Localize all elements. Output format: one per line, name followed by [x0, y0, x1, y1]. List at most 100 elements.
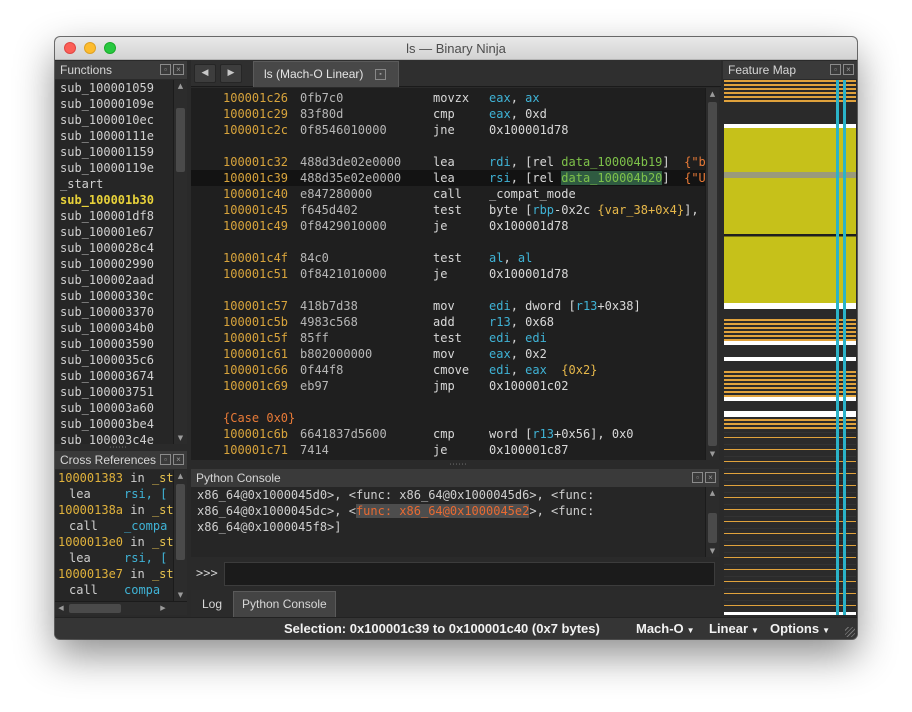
- operand-token[interactable]: eax: [489, 91, 511, 105]
- instruction-address[interactable]: 100001c26: [223, 90, 288, 106]
- function-item[interactable]: sub_100003590: [55, 336, 173, 352]
- close-panel-icon[interactable]: ×: [705, 472, 716, 483]
- instruction-address[interactable]: 100001c5f: [223, 330, 288, 346]
- instruction-address[interactable]: 100001c6b: [223, 426, 288, 442]
- function-item[interactable]: sub_100003751: [55, 384, 173, 400]
- disassembly-scrollbar[interactable]: ▲ ▼: [705, 88, 719, 460]
- instruction-address[interactable]: 100001c29: [223, 106, 288, 122]
- resize-grip-icon[interactable]: [845, 627, 855, 637]
- xrefs-vertical-scrollbar[interactable]: ▲ ▼: [173, 470, 187, 601]
- instruction-address[interactable]: 100001c61: [223, 346, 288, 362]
- scrollbar-thumb[interactable]: [176, 484, 185, 560]
- tab-log[interactable]: Log: [193, 591, 231, 617]
- function-item[interactable]: _start: [55, 176, 173, 192]
- operand-token[interactable]: edi: [489, 299, 511, 313]
- operand-token[interactable]: r13: [532, 427, 554, 441]
- function-item[interactable]: sub_1000035c6: [55, 352, 173, 368]
- operand-token[interactable]: r13: [576, 299, 598, 313]
- scroll-up-icon[interactable]: ▲: [706, 487, 719, 499]
- scrollbar-thumb[interactable]: [176, 108, 185, 172]
- operand-token[interactable]: rdi: [489, 155, 511, 169]
- operand-token[interactable]: data_100004b20: [561, 171, 663, 185]
- operand-token[interactable]: rsi: [489, 171, 511, 185]
- function-item[interactable]: sub_100001059: [55, 80, 173, 96]
- instruction-line[interactable]: 100001c5b 4983c568 add r13, 0x68: [191, 314, 705, 330]
- operand-token[interactable]: eax: [489, 107, 511, 121]
- function-item[interactable]: sub_1000010ec: [55, 112, 173, 128]
- instruction-address[interactable]: 100001c45: [223, 202, 288, 218]
- instruction-line[interactable]: 100001c40 e847280000 call _compat_mode: [191, 186, 705, 202]
- console-splitter[interactable]: ⋯⋯: [449, 461, 467, 470]
- function-item[interactable]: sub_100003be4: [55, 416, 173, 432]
- instruction-line[interactable]: 100001c61 b802000000 mov eax, 0x2: [191, 346, 705, 362]
- scroll-down-icon[interactable]: ▼: [706, 448, 719, 460]
- panel-splitter[interactable]: ⋯⋯: [109, 444, 127, 453]
- python-input[interactable]: [224, 562, 715, 586]
- linear-disassembly-view[interactable]: 100001c26 0fb7c0 movzx eax, ax 100001c29 83f8…: [191, 88, 705, 460]
- instruction-line[interactable]: 100001c45 f645d402 test byte [rbp-0x2c {var…: [191, 202, 705, 218]
- console-scrollbar[interactable]: ▲ ▼: [705, 487, 719, 557]
- instruction-line[interactable]: 100001c6b 6641837d5600 cmp word [r13+0x56],…: [191, 426, 705, 442]
- instruction-address[interactable]: 100001c66: [223, 362, 288, 378]
- options-menu[interactable]: Options ▼: [770, 621, 830, 636]
- operand-token[interactable]: edi: [489, 363, 511, 377]
- instruction-line[interactable]: 100001c39 488d35e02e0000 lea rsi, [rel data…: [191, 170, 705, 186]
- operand-token[interactable]: al: [518, 251, 532, 265]
- scroll-down-icon[interactable]: ▼: [706, 545, 719, 557]
- operand-token[interactable]: {var_38+0x4}: [597, 203, 684, 217]
- instruction-line[interactable]: 100001c57 418b7d38 mov edi, dword [r13+0x38…: [191, 298, 705, 314]
- instruction-address[interactable]: 100001c57: [223, 298, 288, 314]
- function-item[interactable]: sub_100001b30: [55, 192, 173, 208]
- operand-token[interactable]: {"bi: [684, 155, 705, 169]
- instruction-address[interactable]: 100001c69: [223, 378, 288, 394]
- instruction-line[interactable]: 100001c66 0f44f8 cmove edi, eax {0x2}: [191, 362, 705, 378]
- tab-python-console[interactable]: Python Console: [233, 591, 336, 617]
- close-panel-icon[interactable]: ×: [843, 64, 854, 75]
- function-item[interactable]: sub_100003a60: [55, 400, 173, 416]
- scroll-right-icon[interactable]: ▶: [157, 602, 169, 614]
- instruction-address[interactable]: 100001c2c: [223, 122, 288, 138]
- function-item[interactable]: sub_1000034b0: [55, 320, 173, 336]
- scrollbar-thumb[interactable]: [708, 513, 717, 543]
- scrollbar-thumb[interactable]: [708, 102, 717, 446]
- float-panel-icon[interactable]: ▫: [160, 64, 171, 75]
- instruction-line[interactable]: 100001c4f 84c0 test al, al: [191, 250, 705, 266]
- operand-token[interactable]: ax: [525, 91, 539, 105]
- xref-row[interactable]: call compa: [55, 582, 173, 598]
- function-item[interactable]: sub_100001e67: [55, 224, 173, 240]
- function-item[interactable]: sub_100002aad: [55, 272, 173, 288]
- xref-row[interactable]: lea rsi, [: [55, 486, 173, 502]
- instruction-line[interactable]: 100001c26 0fb7c0 movzx eax, ax: [191, 90, 705, 106]
- xrefs-horizontal-scrollbar[interactable]: ◀ ▶: [55, 601, 187, 615]
- close-panel-icon[interactable]: ×: [173, 454, 184, 465]
- case-label-line[interactable]: {Case 0x0}: [191, 410, 705, 426]
- function-item[interactable]: sub_100001df8: [55, 208, 173, 224]
- instruction-address[interactable]: 100001c40: [223, 186, 288, 202]
- operand-token[interactable]: {0x2}: [561, 363, 597, 377]
- forward-button[interactable]: ▶: [220, 64, 242, 83]
- operand-token[interactable]: eax: [525, 363, 547, 377]
- functions-scrollbar[interactable]: ▲ ▼: [173, 80, 187, 444]
- scroll-down-icon[interactable]: ▼: [174, 432, 187, 444]
- xref-row[interactable]: call _compa: [55, 518, 173, 534]
- xref-row[interactable]: 1000013e7 in _st: [55, 566, 173, 582]
- scrollbar-thumb[interactable]: [69, 604, 121, 613]
- xref-row[interactable]: 10000138a in _st: [55, 502, 173, 518]
- instruction-address[interactable]: 100001c32: [223, 154, 288, 170]
- scroll-up-icon[interactable]: ▲: [706, 88, 719, 100]
- feature-map[interactable]: [724, 80, 856, 615]
- operand-token[interactable]: edi: [489, 331, 511, 345]
- xref-row[interactable]: 100001383 in _st: [55, 470, 173, 486]
- instruction-address[interactable]: 100001c39: [223, 170, 288, 186]
- function-item[interactable]: sub_100003370: [55, 304, 173, 320]
- function-item[interactable]: sub_1000028c4: [55, 240, 173, 256]
- instruction-line[interactable]: 100001c51 0f8421010000 je 0x100001d78: [191, 266, 705, 282]
- function-item[interactable]: sub_100003674: [55, 368, 173, 384]
- file-format-menu[interactable]: Mach-O ▼: [636, 621, 695, 636]
- instruction-address[interactable]: 100001c71: [223, 442, 288, 458]
- operand-token[interactable]: eax: [489, 347, 511, 361]
- instruction-line[interactable]: 100001c2c 0f8546010000 jne 0x100001d78: [191, 122, 705, 138]
- instruction-address[interactable]: 100001c49: [223, 218, 288, 234]
- float-panel-icon[interactable]: ▫: [692, 472, 703, 483]
- function-item[interactable]: sub_100002990: [55, 256, 173, 272]
